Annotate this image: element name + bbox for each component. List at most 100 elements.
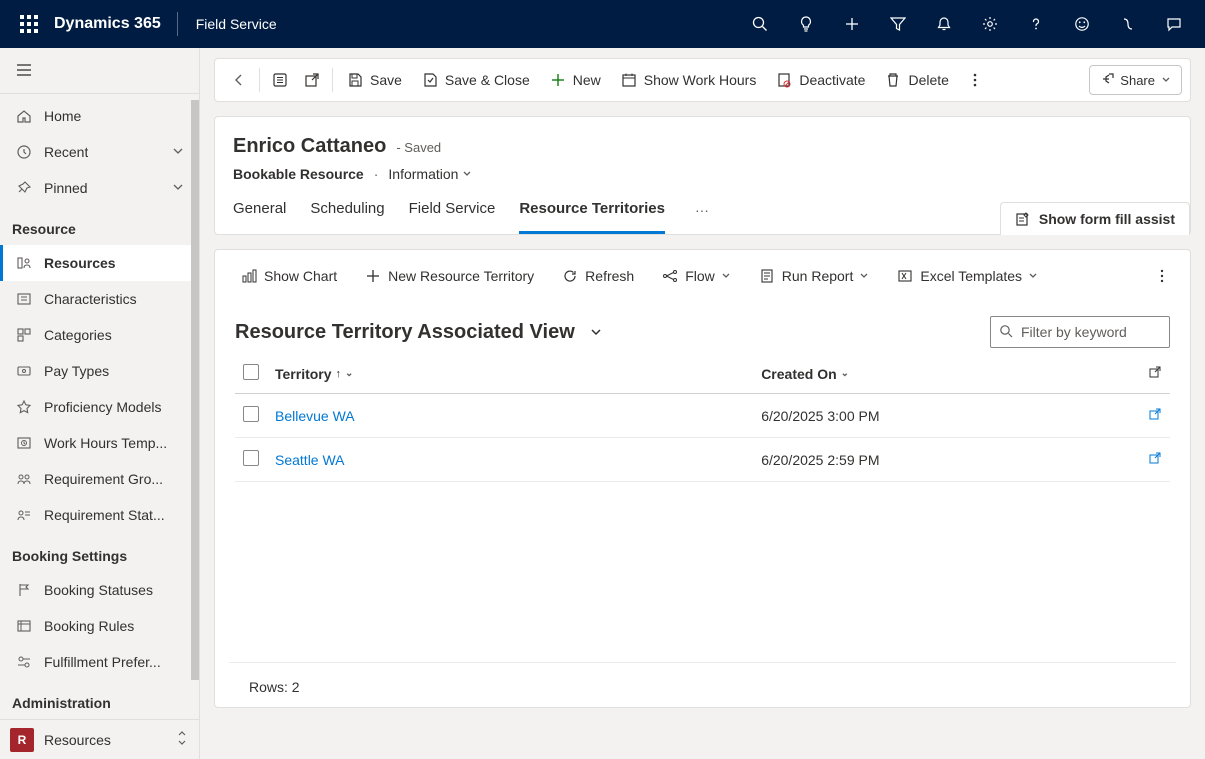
report-icon bbox=[759, 268, 775, 284]
share-button[interactable]: Share bbox=[1089, 65, 1182, 95]
tab-general[interactable]: General bbox=[233, 200, 286, 234]
subgrid-commandbar: Show Chart New Resource Territory Refres… bbox=[215, 250, 1190, 302]
column-action[interactable] bbox=[1140, 354, 1170, 394]
filter-button[interactable] bbox=[875, 0, 921, 48]
new-label: New bbox=[573, 72, 601, 88]
nav-proficiency[interactable]: Proficiency Models bbox=[0, 389, 199, 425]
home-icon bbox=[16, 108, 32, 124]
subgrid-overflow[interactable] bbox=[1148, 260, 1176, 292]
deactivate-button[interactable]: Deactivate bbox=[766, 64, 875, 96]
col-createdon-label: Created On bbox=[761, 366, 836, 382]
save-button[interactable]: Save bbox=[337, 64, 412, 96]
section-resource: Resource bbox=[0, 206, 199, 245]
clock-icon bbox=[16, 144, 32, 160]
sidebar-scrollbar[interactable] bbox=[191, 100, 199, 740]
lightbulb-button[interactable] bbox=[783, 0, 829, 48]
table-row[interactable]: Bellevue WA 6/20/2025 3:00 PM bbox=[235, 394, 1170, 438]
search-button[interactable] bbox=[737, 0, 783, 48]
select-all-checkbox[interactable] bbox=[243, 364, 259, 380]
column-territory[interactable]: Territory ↑ ⌄ bbox=[267, 354, 753, 394]
row-checkbox[interactable] bbox=[243, 450, 259, 466]
main-content: Save Save & Close New Show Work Hours De… bbox=[200, 48, 1205, 759]
overflow-button[interactable] bbox=[959, 64, 991, 96]
sidebar-toggle[interactable] bbox=[0, 48, 199, 94]
show-chart-button[interactable]: Show Chart bbox=[229, 260, 349, 292]
popout-icon[interactable] bbox=[1148, 365, 1162, 379]
tab-scheduling[interactable]: Scheduling bbox=[310, 200, 384, 234]
chart-icon bbox=[241, 268, 257, 284]
territory-link[interactable]: Seattle WA bbox=[275, 452, 345, 468]
share-label: Share bbox=[1120, 73, 1155, 88]
nav-characteristics[interactable]: Characteristics bbox=[0, 281, 199, 317]
copilot-button[interactable] bbox=[1105, 0, 1151, 48]
flow-icon bbox=[662, 268, 678, 284]
nav-categories[interactable]: Categories bbox=[0, 317, 199, 353]
table-row[interactable]: Seattle WA 6/20/2025 2:59 PM bbox=[235, 438, 1170, 482]
chevron-down-icon bbox=[1161, 73, 1171, 88]
nav-fulfillment[interactable]: Fulfillment Prefer... bbox=[0, 644, 199, 680]
form-assist-icon bbox=[1015, 211, 1031, 227]
save-close-button[interactable]: Save & Close bbox=[412, 64, 540, 96]
nav-workhours[interactable]: Work Hours Temp... bbox=[0, 425, 199, 461]
new-record-button[interactable]: New bbox=[540, 64, 611, 96]
new-button[interactable] bbox=[829, 0, 875, 48]
nav-bookstatus[interactable]: Booking Statuses bbox=[0, 572, 199, 608]
notifications-button[interactable] bbox=[921, 0, 967, 48]
tab-resource-territories[interactable]: Resource Territories bbox=[519, 200, 665, 234]
save-icon bbox=[347, 72, 363, 88]
app-launcher-button[interactable] bbox=[8, 15, 50, 33]
help-button[interactable] bbox=[1013, 0, 1059, 48]
section-admin: Administration bbox=[0, 680, 199, 719]
view-selector[interactable]: Resource Territory Associated View bbox=[235, 321, 603, 344]
share-icon bbox=[1100, 72, 1114, 89]
nav-pinned[interactable]: Pinned bbox=[0, 170, 199, 206]
pin-icon bbox=[16, 180, 32, 196]
back-button[interactable] bbox=[223, 64, 255, 96]
nav-reqstatus[interactable]: Requirement Stat... bbox=[0, 497, 199, 533]
area-switch-label: Resources bbox=[44, 732, 111, 748]
nav-reqgroups[interactable]: Requirement Gro... bbox=[0, 461, 199, 497]
brand-title[interactable]: Dynamics 365 bbox=[50, 15, 173, 33]
nav-item-label: Categories bbox=[44, 327, 112, 343]
open-record-icon[interactable] bbox=[1148, 451, 1162, 465]
new-territory-button[interactable]: New Resource Territory bbox=[353, 260, 546, 292]
excel-templates-button[interactable]: Excel Templates bbox=[885, 260, 1050, 292]
tab-overflow[interactable]: ··· bbox=[689, 202, 715, 232]
filter-input[interactable]: Filter by keyword bbox=[990, 316, 1170, 348]
refresh-button[interactable]: Refresh bbox=[550, 260, 646, 292]
chevron-down-icon bbox=[589, 325, 603, 339]
command-bar: Save Save & Close New Show Work Hours De… bbox=[214, 58, 1191, 102]
excel-label: Excel Templates bbox=[920, 268, 1022, 284]
feedback-button[interactable] bbox=[1059, 0, 1105, 48]
nav-paytypes[interactable]: Pay Types bbox=[0, 353, 199, 389]
open-record-set-button[interactable] bbox=[264, 64, 296, 96]
col-territory-label: Territory bbox=[275, 366, 332, 382]
chevron-down-icon bbox=[859, 268, 869, 284]
nav-resources[interactable]: Resources bbox=[0, 245, 199, 281]
chat-button[interactable] bbox=[1151, 0, 1197, 48]
chevron-down-icon bbox=[171, 180, 185, 197]
deactivate-label: Deactivate bbox=[799, 72, 865, 88]
delete-button[interactable]: Delete bbox=[875, 64, 958, 96]
area-switcher[interactable]: R Resources bbox=[0, 719, 199, 759]
territory-link[interactable]: Bellevue WA bbox=[275, 408, 355, 424]
run-report-button[interactable]: Run Report bbox=[747, 260, 882, 292]
star-icon bbox=[16, 399, 32, 415]
popout-button[interactable] bbox=[296, 64, 328, 96]
scrollbar-thumb[interactable] bbox=[191, 100, 199, 680]
nav-home[interactable]: Home bbox=[0, 98, 199, 134]
open-record-icon[interactable] bbox=[1148, 407, 1162, 421]
form-selector[interactable]: Information bbox=[388, 166, 472, 182]
flow-button[interactable]: Flow bbox=[650, 260, 743, 292]
chevron-down-icon: ⌄ bbox=[841, 368, 849, 379]
row-checkbox[interactable] bbox=[243, 406, 259, 422]
form-fill-assist-button[interactable]: Show form fill assist bbox=[1000, 202, 1190, 235]
settings-button[interactable] bbox=[967, 0, 1013, 48]
column-createdon[interactable]: Created On ⌄ bbox=[753, 354, 1140, 394]
tab-fieldservice[interactable]: Field Service bbox=[409, 200, 496, 234]
nav-recent[interactable]: Recent bbox=[0, 134, 199, 170]
app-name[interactable]: Field Service bbox=[182, 16, 291, 32]
show-work-hours-button[interactable]: Show Work Hours bbox=[611, 64, 767, 96]
nav-bookrules[interactable]: Booking Rules bbox=[0, 608, 199, 644]
refresh-icon bbox=[562, 268, 578, 284]
